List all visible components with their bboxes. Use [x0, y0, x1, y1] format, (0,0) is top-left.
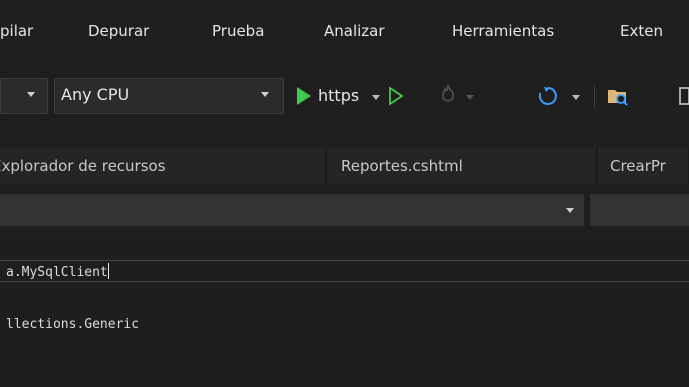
code-line: llections.Generic — [6, 317, 139, 332]
chevron-down-icon — [566, 208, 574, 213]
hot-reload-button[interactable] — [438, 83, 458, 110]
menu-analizar[interactable]: Analizar — [324, 22, 385, 40]
open-folder-button[interactable] — [606, 84, 630, 112]
code-line: a.MySqlClient — [6, 263, 109, 280]
start-without-debug-button[interactable] — [388, 86, 404, 110]
chevron-down-icon — [27, 92, 35, 97]
tab-label: CrearPr — [610, 157, 666, 175]
member-navigation-dropdown[interactable] — [590, 194, 689, 226]
menu-herramientas[interactable]: Herramientas — [452, 22, 554, 40]
restart-chevron-icon[interactable] — [572, 95, 580, 100]
menu-extensiones[interactable]: Exten — [620, 22, 663, 40]
code-editor[interactable]: a.MySqlClient llections.Generic — [0, 236, 689, 387]
code-text: llections.Generic — [6, 317, 140, 332]
run-profile-chevron-icon[interactable] — [372, 95, 380, 100]
chevron-down-icon — [261, 92, 269, 97]
folder-search-icon — [608, 90, 628, 106]
menu-depurar[interactable]: Depurar — [88, 22, 149, 40]
tab-label: Reportes.cshtml — [341, 157, 463, 175]
tab-explorador-de-recursos[interactable]: Explorador de recursos — [0, 148, 326, 184]
platform-value: Any CPU — [61, 85, 130, 104]
platform-dropdown[interactable]: Any CPU — [54, 78, 284, 114]
run-profile-label[interactable]: https — [318, 86, 359, 105]
toolbar-separator — [594, 86, 595, 108]
restart-button[interactable] — [536, 84, 560, 112]
type-navigation-dropdown[interactable] — [0, 194, 584, 226]
menu-compilar[interactable]: pilar — [0, 22, 33, 40]
document-icon — [679, 87, 689, 105]
play-outline-icon — [389, 86, 404, 106]
hot-reload-chevron-icon[interactable] — [466, 95, 474, 100]
refresh-icon — [538, 87, 557, 105]
play-icon — [297, 87, 311, 105]
menu-prueba[interactable]: Prueba — [212, 22, 264, 40]
tab-crearpr[interactable]: CrearPr — [598, 148, 689, 184]
code-text: a.MySqlClient — [6, 265, 108, 280]
partial-toolbar-icon[interactable] — [678, 86, 689, 110]
navigation-bar — [0, 190, 689, 230]
flame-icon — [442, 83, 454, 102]
tab-reportes-cshtml[interactable]: Reportes.cshtml — [327, 148, 597, 184]
text-caret — [107, 263, 109, 279]
menu-bar: pilar Depurar Prueba Analizar Herramient… — [0, 0, 689, 58]
tab-label: Explorador de recursos — [0, 157, 166, 175]
start-debug-button[interactable] — [296, 86, 312, 110]
document-tabs: Explorador de recursos Reportes.cshtml C… — [0, 148, 689, 184]
configuration-dropdown[interactable] — [0, 78, 48, 114]
